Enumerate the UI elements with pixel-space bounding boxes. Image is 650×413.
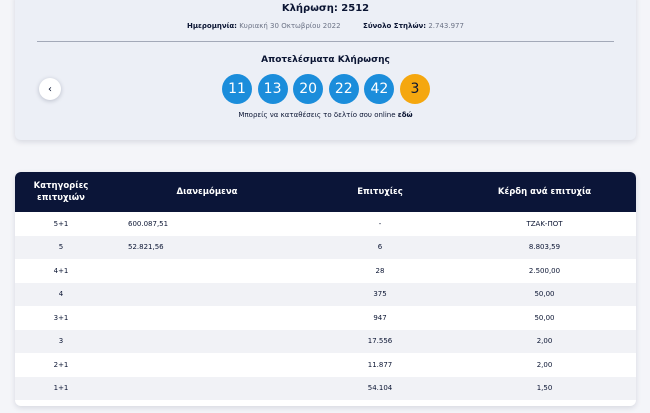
chevron-left-icon: ‹ (48, 83, 52, 95)
table-row: 4+1 28 2.500,00 (15, 259, 636, 283)
results-title: Αποτελέσματα Κλήρωσης (261, 55, 390, 65)
columns-label: Σύνολο Στηλών: (363, 22, 427, 30)
cell-category: 2+1 (53, 360, 69, 369)
cell-distributed (107, 353, 307, 377)
table-row: 1+1 54.104 1,50 (15, 376, 636, 401)
cell-distributed (107, 283, 307, 307)
columns-value: 2.743.977 (428, 22, 464, 30)
bonus-ball: 3 (399, 74, 430, 104)
number-ball: 13 (257, 74, 288, 104)
previous-draw-button[interactable]: ‹ (39, 78, 61, 100)
cell-distributed (107, 306, 307, 330)
table-header-row: Κατηγορίες επιτυχιών Διανεμόμενα Επιτυχί… (15, 172, 636, 212)
date-label: Ημερομηνία: (187, 22, 237, 30)
table-row: 2+1 11.877 2,00 (15, 353, 636, 377)
number-ball: 22 (328, 74, 359, 104)
cell-category: 4+1 (53, 266, 69, 275)
table-row: 3 17.556 2,00 (15, 329, 636, 354)
cell-category: 3 (58, 337, 64, 346)
draw-title: Κλήρωση: 2512 (281, 3, 370, 14)
cell-prize: 50,00 (534, 290, 555, 299)
table-row: 3+1 947 50,00 (15, 306, 636, 330)
table-row: 4 375 50,00 (15, 282, 636, 307)
table-row: 5 52.821,56 6 8.803,59 (15, 235, 636, 259)
cell-winners: 375 (373, 290, 387, 299)
cell-winners: 11.877 (367, 360, 393, 369)
cell-winners: 17.556 (367, 337, 393, 346)
cell-prize: 2,00 (536, 360, 553, 369)
cell-prize: ΤΖΑΚ-ΠΟΤ (526, 219, 563, 228)
cell-category: 1+1 (53, 384, 69, 393)
cell-winners: 28 (375, 266, 385, 275)
cell-winners: 54.104 (367, 384, 393, 393)
cell-prize: 1,50 (536, 384, 553, 393)
prize-table: Κατηγορίες επιτυχιών Διανεμόμενα Επιτυχί… (15, 172, 636, 406)
cell-prize: 50,00 (534, 313, 555, 322)
cell-prize: 2,00 (536, 337, 553, 346)
divider (37, 41, 614, 42)
cell-distributed (107, 330, 307, 354)
cell-winners: 947 (373, 313, 387, 322)
cell-category: 4 (58, 290, 64, 299)
cell-distributed: 52.821,56 (128, 243, 164, 252)
number-ball: 42 (364, 74, 395, 104)
number-ball: 11 (222, 74, 252, 104)
draw-meta: Ημερομηνία: Κυριακή 30 Οκτωβρίου 2022 Σύ… (15, 22, 636, 30)
header-distributed: Διανεμόμενα (176, 187, 238, 197)
cell-distributed (107, 259, 307, 283)
cell-winners: 6 (377, 243, 383, 252)
header-category: Κατηγορίες επιτυχιών (33, 181, 89, 203)
cell-distributed: 600.087,51 (128, 219, 169, 228)
cell-category: 3+1 (53, 313, 69, 322)
online-betting-text: Μπορείς να καταθέσεις το δελτίο σου onli… (15, 111, 636, 119)
cell-prize: 8.803,59 (528, 243, 561, 252)
winning-numbers: 11 13 20 22 42 3 (222, 74, 430, 104)
draw-card: Κλήρωση: 2512 Ημερομηνία: Κυριακή 30 Οκτ… (15, 0, 636, 140)
cell-category: 5 (58, 243, 64, 252)
online-text: Μπορείς να καταθέσεις το δελτίο σου onli… (238, 111, 396, 119)
online-link[interactable]: εδώ (398, 111, 413, 119)
header-prize: Κέρδη ανά επιτυχία (497, 187, 592, 197)
header-winners: Επιτυχίες (357, 187, 403, 197)
cell-distributed (107, 377, 307, 401)
cell-winners: - (378, 219, 382, 228)
cell-category: 5+1 (53, 219, 69, 228)
table-row: 5+1 600.087,51 - ΤΖΑΚ-ΠΟΤ (15, 212, 636, 236)
number-ball: 20 (293, 74, 324, 104)
cell-prize: 2.500,00 (528, 266, 561, 275)
date-value: Κυριακή 30 Οκτωβρίου 2022 (239, 22, 341, 30)
